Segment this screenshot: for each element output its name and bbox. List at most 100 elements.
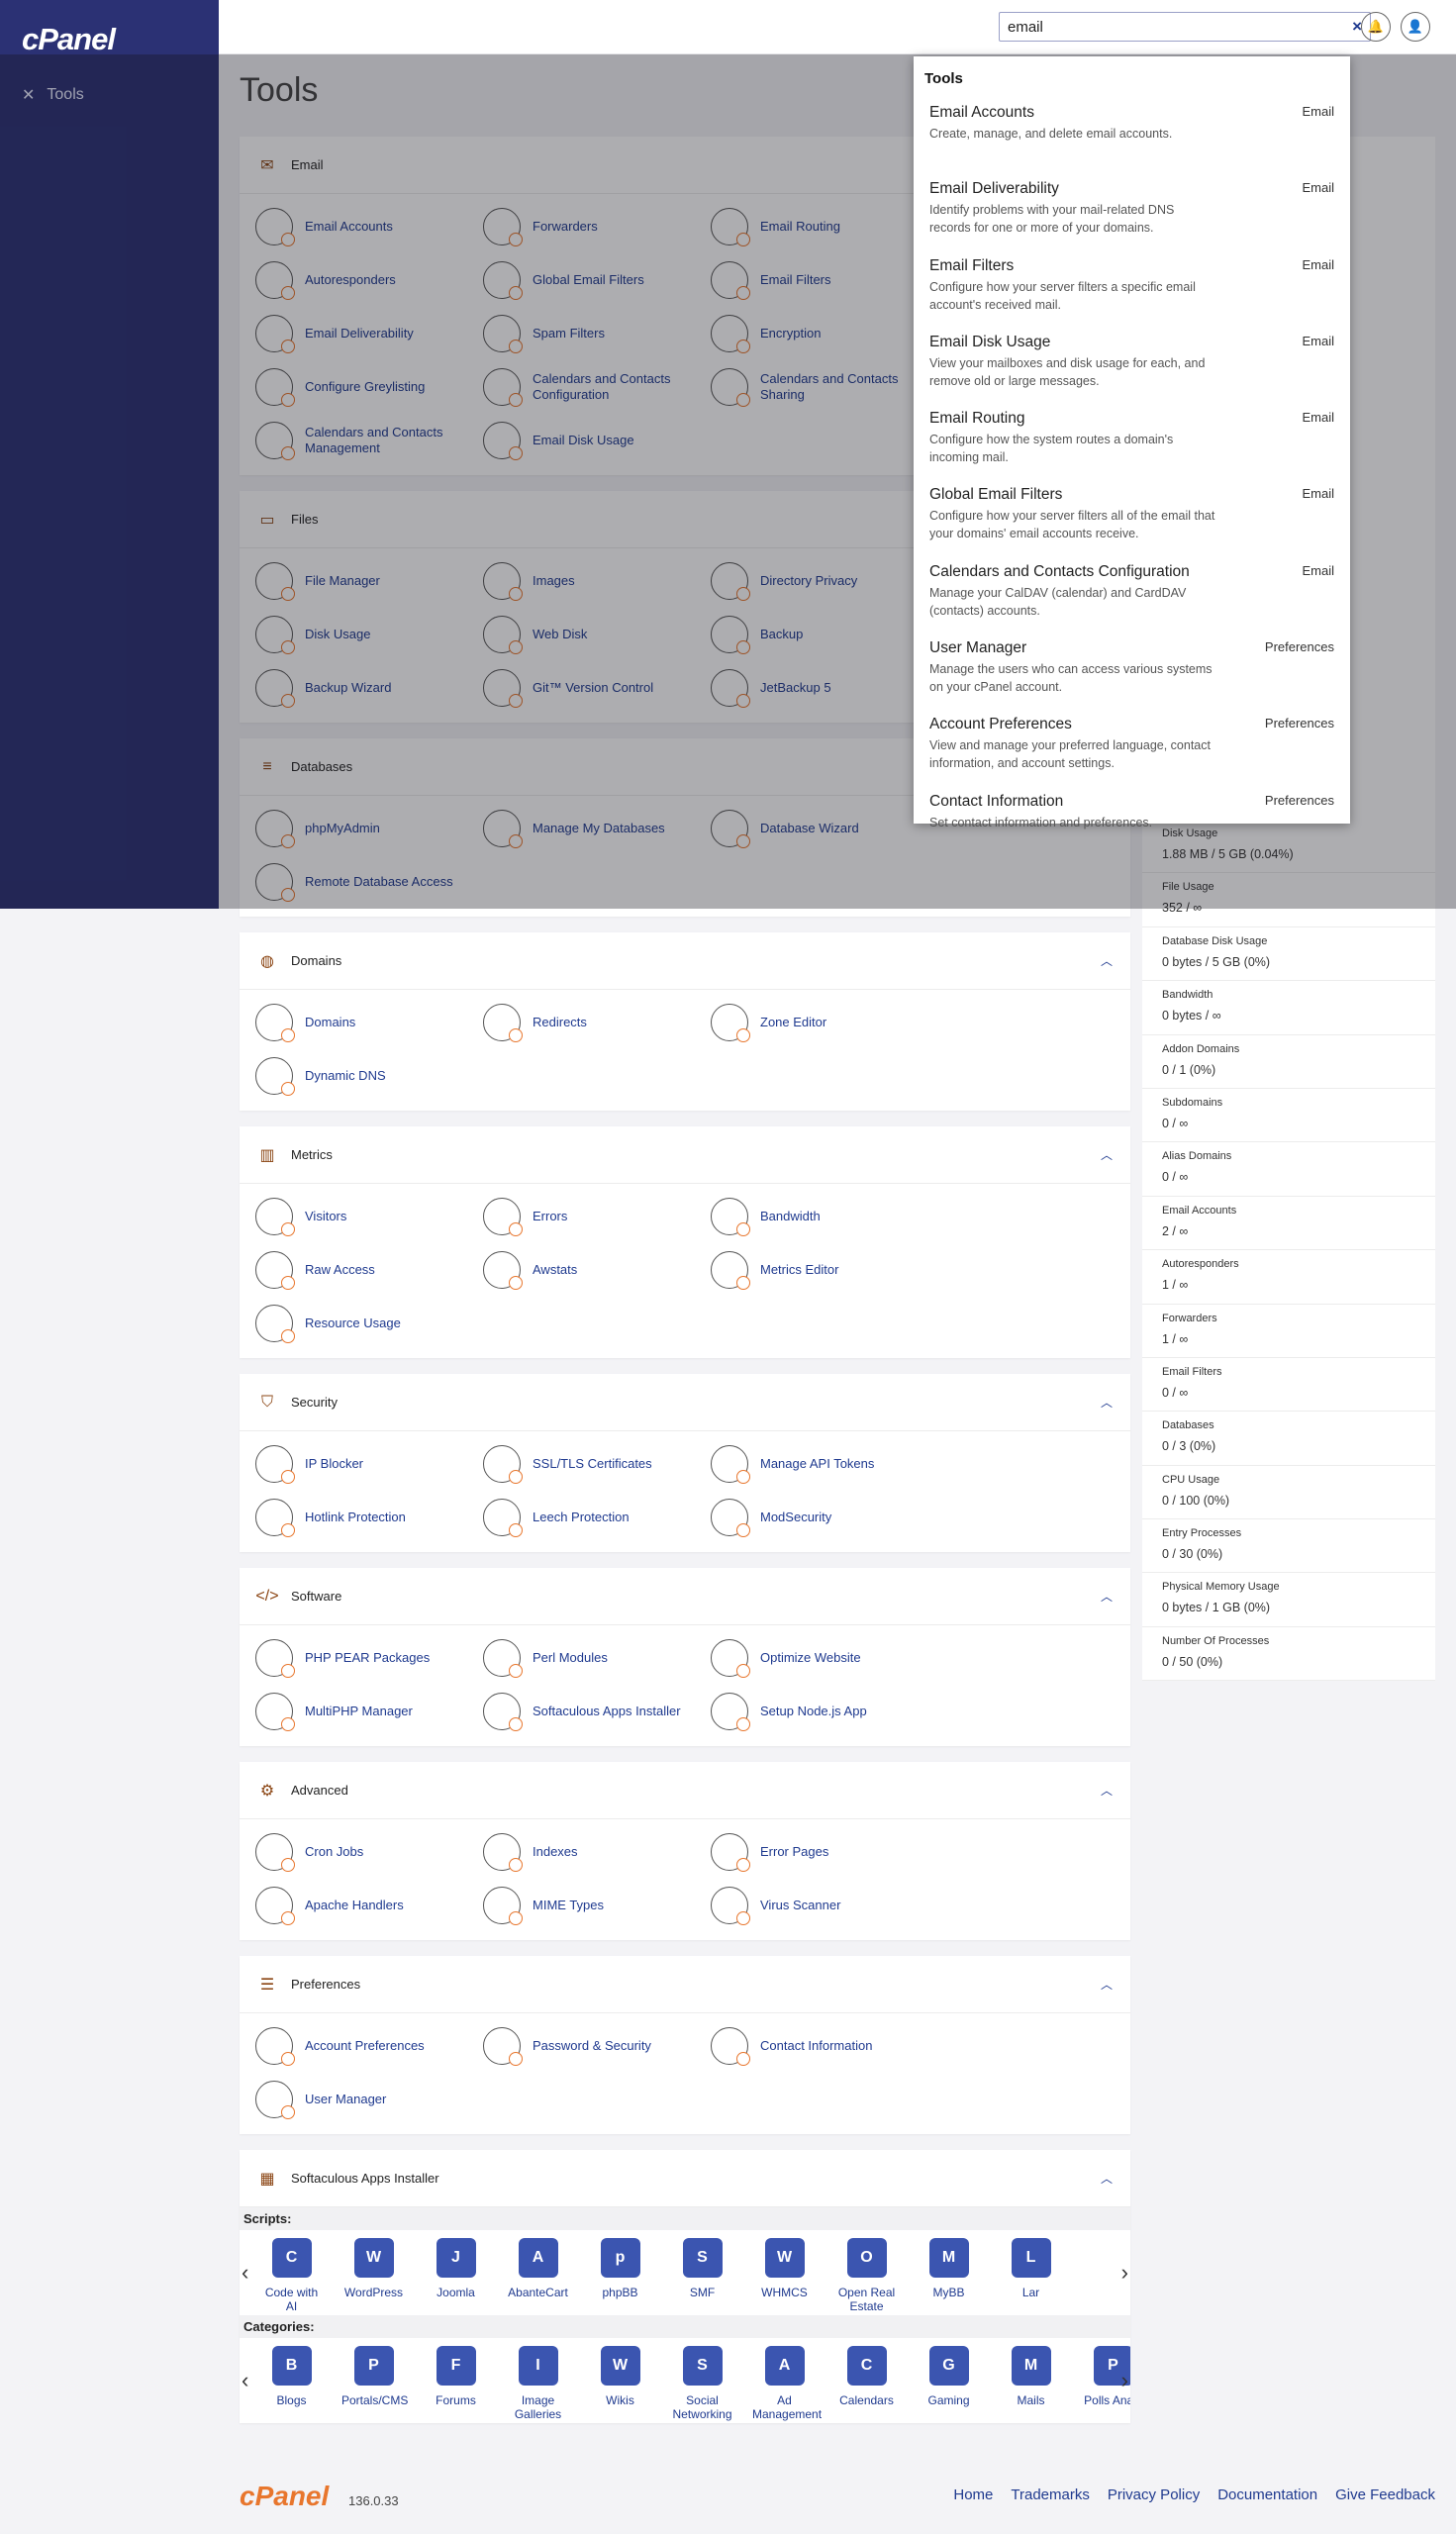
tool-mime-types[interactable]: MIME Types — [483, 1883, 711, 1928]
stat-value: 0 bytes / 1 GB (0%) — [1162, 1601, 1271, 1615]
script-next-arrow[interactable]: › — [1121, 2260, 1128, 2286]
tool-visitors[interactable]: Visitors — [255, 1194, 483, 1239]
section-header[interactable]: ⛉ Security ︿ — [240, 1374, 1130, 1431]
chevron-up-icon[interactable]: ︿ — [1101, 952, 1113, 969]
script-lar[interactable]: L Lar — [999, 2238, 1063, 2299]
category-portals-cms[interactable]: P Portals/CMS — [341, 2346, 408, 2407]
script-code-with-ai[interactable]: C Code with AI — [259, 2238, 324, 2313]
chevron-up-icon[interactable]: ︿ — [1101, 1146, 1113, 1163]
tool-manage-api-tokens[interactable]: Manage API Tokens — [711, 1441, 938, 1487]
result-global-email-filters[interactable]: Global Email Filters Configure how your s… — [914, 477, 1350, 553]
footer-link-give-feedback[interactable]: Give Feedback — [1335, 2486, 1435, 2503]
tool-error-pages[interactable]: Error Pages — [711, 1829, 938, 1875]
result-email-filters[interactable]: Email Filters Configure how your server f… — [914, 248, 1350, 325]
result-email-deliverability[interactable]: Email Deliverability Identify problems wi… — [914, 171, 1350, 247]
section-header[interactable]: ☰ Preferences ︿ — [240, 1956, 1130, 2013]
tool-domains[interactable]: Domains — [255, 1000, 483, 1045]
chevron-up-icon[interactable]: ︿ — [1101, 1394, 1113, 1411]
result-account-preferences[interactable]: Account Preferences View and manage your … — [914, 707, 1350, 783]
category-blogs[interactable]: B Blogs — [259, 2346, 324, 2407]
footer-link-privacy-policy[interactable]: Privacy Policy — [1108, 2486, 1200, 2503]
footer-link-home[interactable]: Home — [953, 2486, 993, 2503]
stat-autoresponders: Autoresponders 1 / ∞ — [1142, 1250, 1435, 1305]
category-ad-management[interactable]: A Ad Management — [752, 2346, 822, 2421]
script-prev-arrow[interactable]: ‹ — [242, 2260, 248, 2286]
user-icon[interactable]: 👤 — [1401, 12, 1430, 42]
chevron-up-icon[interactable]: ︿ — [1101, 2170, 1113, 2187]
tool-cron-jobs[interactable]: Cron Jobs — [255, 1829, 483, 1875]
chevron-up-icon[interactable]: ︿ — [1101, 1782, 1113, 1799]
tool-resource-usage[interactable]: Resource Usage — [255, 1301, 483, 1346]
tool-leech-protection[interactable]: Leech Protection — [483, 1495, 711, 1540]
tool-optimize-website[interactable]: Optimize Website — [711, 1635, 938, 1681]
script-open-real-estate[interactable]: O Open Real Estate — [834, 2238, 899, 2313]
tool-dynamic-dns[interactable]: Dynamic DNS — [255, 1053, 483, 1099]
category-gaming[interactable]: G Gaming — [917, 2346, 981, 2407]
stat-name: Autoresponders — [1162, 1258, 1239, 1271]
section-title: Domains — [291, 953, 342, 968]
script-abantecart[interactable]: A AbanteCart — [506, 2238, 570, 2299]
tool-apache-handlers[interactable]: Apache Handlers — [255, 1883, 483, 1928]
tool-metrics-editor[interactable]: Metrics Editor — [711, 1247, 938, 1293]
category-wikis[interactable]: W Wikis — [588, 2346, 652, 2407]
tool-ip-blocker[interactable]: IP Blocker — [255, 1441, 483, 1487]
script-smf[interactable]: S SMF — [670, 2238, 734, 2299]
tool-softaculous-apps-installer[interactable]: Softaculous Apps Installer — [483, 1689, 711, 1734]
section-header[interactable]: ◍ Domains ︿ — [240, 932, 1130, 990]
category-mails[interactable]: M Mails — [999, 2346, 1063, 2407]
result-email-disk-usage[interactable]: Email Disk Usage View your mailboxes and … — [914, 325, 1350, 401]
tool-bandwidth[interactable]: Bandwidth — [711, 1194, 938, 1239]
result-email-routing[interactable]: Email Routing Configure how the system ro… — [914, 401, 1350, 477]
category-calendars[interactable]: C Calendars — [834, 2346, 899, 2407]
section-header[interactable]: </> Software ︿ — [240, 1568, 1130, 1625]
result-contact-information[interactable]: Contact Information Set contact informati… — [914, 784, 1350, 860]
code-with-ai-icon: C — [271, 2238, 312, 2278]
section-header[interactable]: ▦ Softaculous Apps Installer ︿ — [240, 2150, 1130, 2207]
category-next-arrow[interactable]: › — [1121, 2368, 1128, 2393]
script-joomla[interactable]: J Joomla — [424, 2238, 488, 2299]
tool-errors[interactable]: Errors — [483, 1194, 711, 1239]
result-user-manager[interactable]: User Manager Manage the users who can acc… — [914, 631, 1350, 707]
search-input[interactable]: email × — [999, 12, 1371, 42]
category-social-networking[interactable]: S Social Networking — [670, 2346, 734, 2421]
bell-icon[interactable]: 🔔 — [1361, 12, 1391, 42]
tool-account-preferences[interactable]: Account Preferences — [255, 2023, 483, 2069]
footer-link-documentation[interactable]: Documentation — [1217, 2486, 1317, 2503]
category-prev-arrow[interactable]: ‹ — [242, 2368, 248, 2393]
tool-redirects[interactable]: Redirects — [483, 1000, 711, 1045]
result-email-accounts[interactable]: Email Accounts Create, manage, and delete… — [914, 95, 1350, 171]
script-whmcs[interactable]: W WHMCS — [752, 2238, 817, 2299]
section-header[interactable]: ▥ Metrics ︿ — [240, 1126, 1130, 1184]
search-value[interactable]: email — [1008, 19, 1352, 36]
tool-hotlink-protection[interactable]: Hotlink Protection — [255, 1495, 483, 1540]
tool-user-manager[interactable]: User Manager — [255, 2077, 483, 2122]
result-calendars-and-contacts-configuration[interactable]: Calendars and Contacts Configuration Mana… — [914, 554, 1350, 631]
tool-perl-modules[interactable]: Perl Modules — [483, 1635, 711, 1681]
tool-php-pear-packages[interactable]: PHP PEAR Packages — [255, 1635, 483, 1681]
tool-label: Redirects — [533, 1015, 587, 1029]
category-image-galleries[interactable]: I Image Galleries — [506, 2346, 570, 2421]
tool-indexes[interactable]: Indexes — [483, 1829, 711, 1875]
category-forums[interactable]: F Forums — [424, 2346, 488, 2407]
tool-raw-access[interactable]: Raw Access — [255, 1247, 483, 1293]
tool-setup-node-js-app[interactable]: Setup Node.js App — [711, 1689, 938, 1734]
tool-label: Bandwidth — [760, 1209, 821, 1223]
script-mybb[interactable]: M MyBB — [917, 2238, 981, 2299]
tool-contact-information[interactable]: Contact Information — [711, 2023, 938, 2069]
tool-modsecurity[interactable]: ModSecurity — [711, 1495, 938, 1540]
cpanel-logo[interactable]: cPanel — [22, 22, 116, 57]
footer-link-trademarks[interactable]: Trademarks — [1011, 2486, 1089, 2503]
chevron-up-icon[interactable]: ︿ — [1101, 1588, 1113, 1605]
tool-zone-editor[interactable]: Zone Editor — [711, 1000, 938, 1045]
script-phpbb[interactable]: p phpBB — [588, 2238, 652, 2299]
tool-password-security[interactable]: Password & Security — [483, 2023, 711, 2069]
tool-label: Domains — [305, 1015, 356, 1029]
chevron-up-icon[interactable]: ︿ — [1101, 1976, 1113, 1993]
tool-virus-scanner[interactable]: Virus Scanner — [711, 1883, 938, 1928]
tool-multiphp-manager[interactable]: MultiPHP Manager — [255, 1689, 483, 1734]
tool-ssl-tls-certificates[interactable]: SSL/TLS Certificates — [483, 1441, 711, 1487]
script-wordpress[interactable]: W WordPress — [341, 2238, 406, 2299]
section-header[interactable]: ⚙ Advanced ︿ — [240, 1762, 1130, 1819]
stat-value: 2 / ∞ — [1162, 1223, 1189, 1238]
tool-awstats[interactable]: Awstats — [483, 1247, 711, 1293]
